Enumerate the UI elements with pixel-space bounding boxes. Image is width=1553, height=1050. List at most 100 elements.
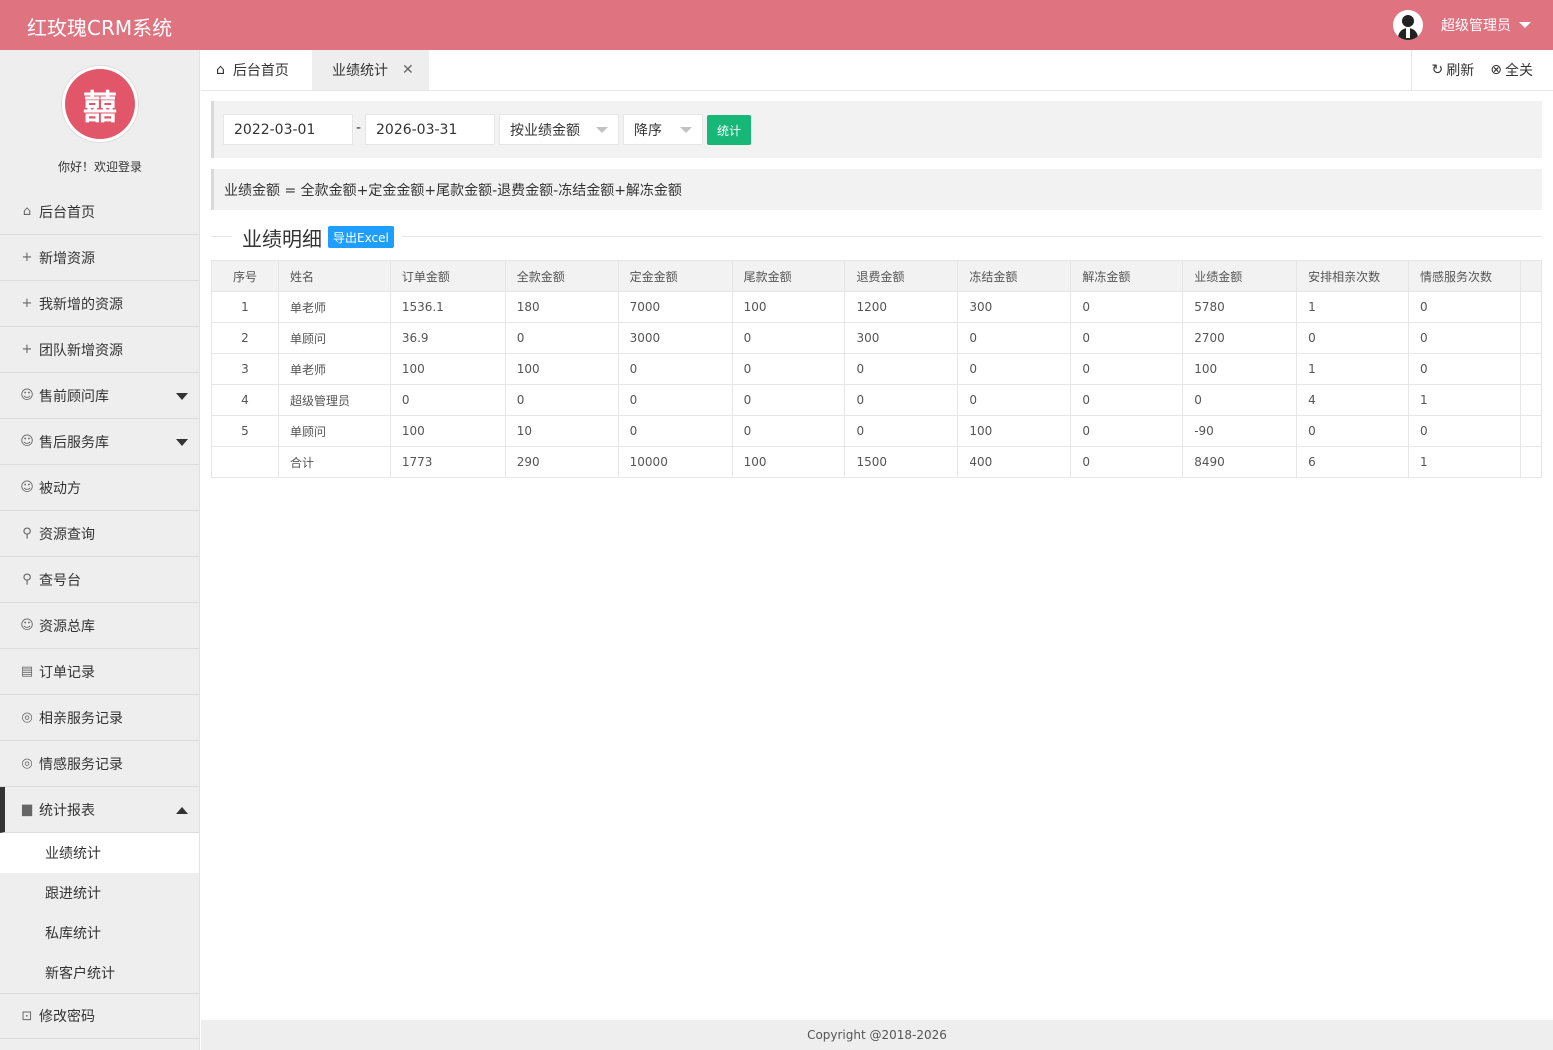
footer-copyright: Copyright @2018-2026 — [201, 1020, 1553, 1050]
submenu-item-followup[interactable]: 跟进统计 — [0, 873, 199, 913]
sidebar-item-emotion-records[interactable]: ◎ 情感服务记录 — [0, 741, 199, 787]
user-menu[interactable]: 超级管理员 — [1393, 10, 1531, 40]
table-cell: 1 — [1408, 384, 1521, 416]
sidebar-item-number-lookup[interactable]: ⚲ 查号台 — [0, 557, 199, 603]
table-cell: 0 — [1408, 353, 1521, 385]
sidebar-item-presale[interactable]: ☺ 售前顾问库 — [0, 373, 199, 419]
table-cell: 0 — [731, 353, 846, 385]
sidebar-item-passive[interactable]: ☺ 被动方 — [0, 465, 199, 511]
double-happiness-logo: 囍 — [65, 69, 135, 139]
table-cell: 100 — [1182, 353, 1298, 385]
sidebar-menu: ⌂ 后台首页 + 新增资源 + 我新增的资源 + 团队新增资源 ☺ 售前顾问库 … — [0, 189, 199, 1039]
refresh-button[interactable]: ↻ 刷新 — [1432, 60, 1475, 80]
table-cell-spacer — [1519, 353, 1543, 385]
user-name[interactable]: 超级管理员 — [1441, 15, 1511, 35]
table-cell: 10 — [504, 415, 619, 447]
search-icon: ⚲ — [22, 526, 32, 541]
sort-field-select[interactable]: 按业绩金额 — [499, 114, 619, 145]
table-cell: 0 — [1070, 415, 1184, 447]
column-header: 全款金额 — [504, 260, 619, 292]
search-icon: ⚲ — [22, 572, 32, 587]
tab-performance[interactable]: 业绩统计 ✕ — [312, 50, 429, 90]
table-cell: 100 — [731, 446, 846, 478]
chevron-down-icon[interactable] — [176, 439, 188, 446]
table-row: 5 单顾问 100 10 0 0 0 100 0 -90 0 0 — [211, 415, 1543, 447]
submenu-item-new-customers[interactable]: 新客户统计 — [0, 953, 199, 993]
table-cell: 0 — [1182, 384, 1298, 416]
sidebar-item-team-resources[interactable]: + 团队新增资源 — [0, 327, 199, 373]
close-icon[interactable]: ✕ — [402, 62, 414, 78]
table-cell: 0 — [504, 384, 619, 416]
users-icon: ☺ — [20, 480, 34, 495]
table-row: 1 单老师 1536.1 180 7000 100 1200 300 0 5780 1 0 — [211, 291, 1543, 323]
submenu-item-performance[interactable]: 业绩统计 — [0, 833, 199, 873]
table-cell: 0 — [1296, 415, 1410, 447]
sort-field-value: 按业绩金额 — [510, 122, 580, 139]
home-icon: ⌂ — [216, 62, 225, 78]
clipboard-icon: ▤ — [20, 664, 34, 679]
sidebar-item-resource-search[interactable]: ⚲ 资源查询 — [0, 511, 199, 557]
column-header: 定金金额 — [617, 260, 733, 292]
sidebar-item-reports[interactable]: ▆ 统计报表 — [0, 787, 199, 833]
table-cell — [211, 446, 279, 478]
user-avatar-icon[interactable] — [1393, 10, 1423, 40]
sidebar-item-aftersale[interactable]: ☺ 售后服务库 — [0, 419, 199, 465]
close-all-button[interactable]: ⊗ 全关 — [1490, 60, 1533, 80]
table-cell: 1 — [1296, 291, 1410, 323]
table-cell: 单顾问 — [277, 322, 391, 354]
table-cell: 400 — [957, 446, 1072, 478]
table-cell: 0 — [844, 384, 959, 416]
table-cell-spacer — [1519, 384, 1543, 416]
close-circle-icon: ⊗ — [1490, 62, 1502, 78]
sidebar-item-my-resources[interactable]: + 我新增的资源 — [0, 281, 199, 327]
table-row: 4 超级管理员 0 0 0 0 0 0 0 0 4 1 — [211, 384, 1543, 416]
tab-home[interactable]: ⌂ 后台首页 — [201, 50, 312, 90]
table-cell: 7000 — [617, 291, 733, 323]
column-header: 退费金额 — [844, 260, 959, 292]
table-cell: 100 — [504, 353, 619, 385]
table-cell: 合计 — [277, 446, 391, 478]
sidebar-item-change-password[interactable]: ⊡ 修改密码 — [0, 993, 199, 1039]
table-cell: 0 — [1408, 291, 1521, 323]
sidebar-item-label: 团队新增资源 — [39, 342, 123, 359]
start-date-input[interactable]: 2022-03-01 — [223, 114, 353, 145]
chevron-up-icon[interactable] — [176, 807, 188, 814]
app-title: 红玫瑰CRM系统 — [27, 16, 173, 40]
reports-submenu: 业绩统计 跟进统计 私库统计 新客户统计 — [0, 833, 199, 993]
sidebar-item-label: 统计报表 — [39, 802, 95, 819]
sidebar-item-orders[interactable]: ▤ 订单记录 — [0, 649, 199, 695]
tab-bar: ⌂ 后台首页 业绩统计 ✕ ↻ 刷新 ⊗ 全关 — [201, 50, 1553, 91]
sidebar: 囍 你好！欢迎登录 ⌂ 后台首页 + 新增资源 + 我新增的资源 + 团队新增资… — [0, 50, 200, 1050]
chevron-down-icon[interactable] — [176, 393, 188, 400]
user-icon: ☺ — [20, 618, 34, 633]
export-excel-button[interactable]: 导出Excel — [328, 226, 394, 248]
sidebar-item-add-resource[interactable]: + 新增资源 — [0, 235, 199, 281]
end-date-input[interactable]: 2026-03-31 — [365, 114, 495, 145]
sidebar-item-resource-pool[interactable]: ☺ 资源总库 — [0, 603, 199, 649]
tab-label: 后台首页 — [232, 63, 289, 79]
table-cell: 0 — [844, 415, 959, 447]
plus-icon: + — [21, 296, 33, 311]
table-cell: 3 — [211, 353, 279, 385]
table-cell: 3000 — [617, 322, 733, 354]
table-cell: 100 — [389, 353, 506, 385]
chevron-down-icon[interactable] — [1519, 22, 1531, 28]
sidebar-item-label: 情感服务记录 — [39, 756, 123, 773]
sidebar-item-matchmaking-records[interactable]: ◎ 相亲服务记录 — [0, 695, 199, 741]
table-cell: 0 — [1408, 415, 1521, 447]
table-cell: 单顾问 — [277, 415, 391, 447]
column-header: 安排相亲次数 — [1296, 260, 1410, 292]
home-icon: ⌂ — [22, 204, 32, 219]
sidebar-avatar: 囍 — [61, 65, 139, 143]
submenu-item-private-pool[interactable]: 私库统计 — [0, 913, 199, 953]
table-cell: 单老师 — [277, 291, 391, 323]
table-cell: 0 — [844, 353, 959, 385]
table-cell: 0 — [1070, 322, 1184, 354]
table-cell: 8490 — [1182, 446, 1298, 478]
sort-order-select[interactable]: 降序 — [623, 114, 703, 145]
table-cell: 4 — [1296, 384, 1410, 416]
table-cell-spacer — [1519, 446, 1543, 478]
stat-submit-button[interactable]: 统计 — [707, 115, 751, 145]
sidebar-item-home[interactable]: ⌂ 后台首页 — [0, 189, 199, 235]
table-cell: 5780 — [1182, 291, 1298, 323]
